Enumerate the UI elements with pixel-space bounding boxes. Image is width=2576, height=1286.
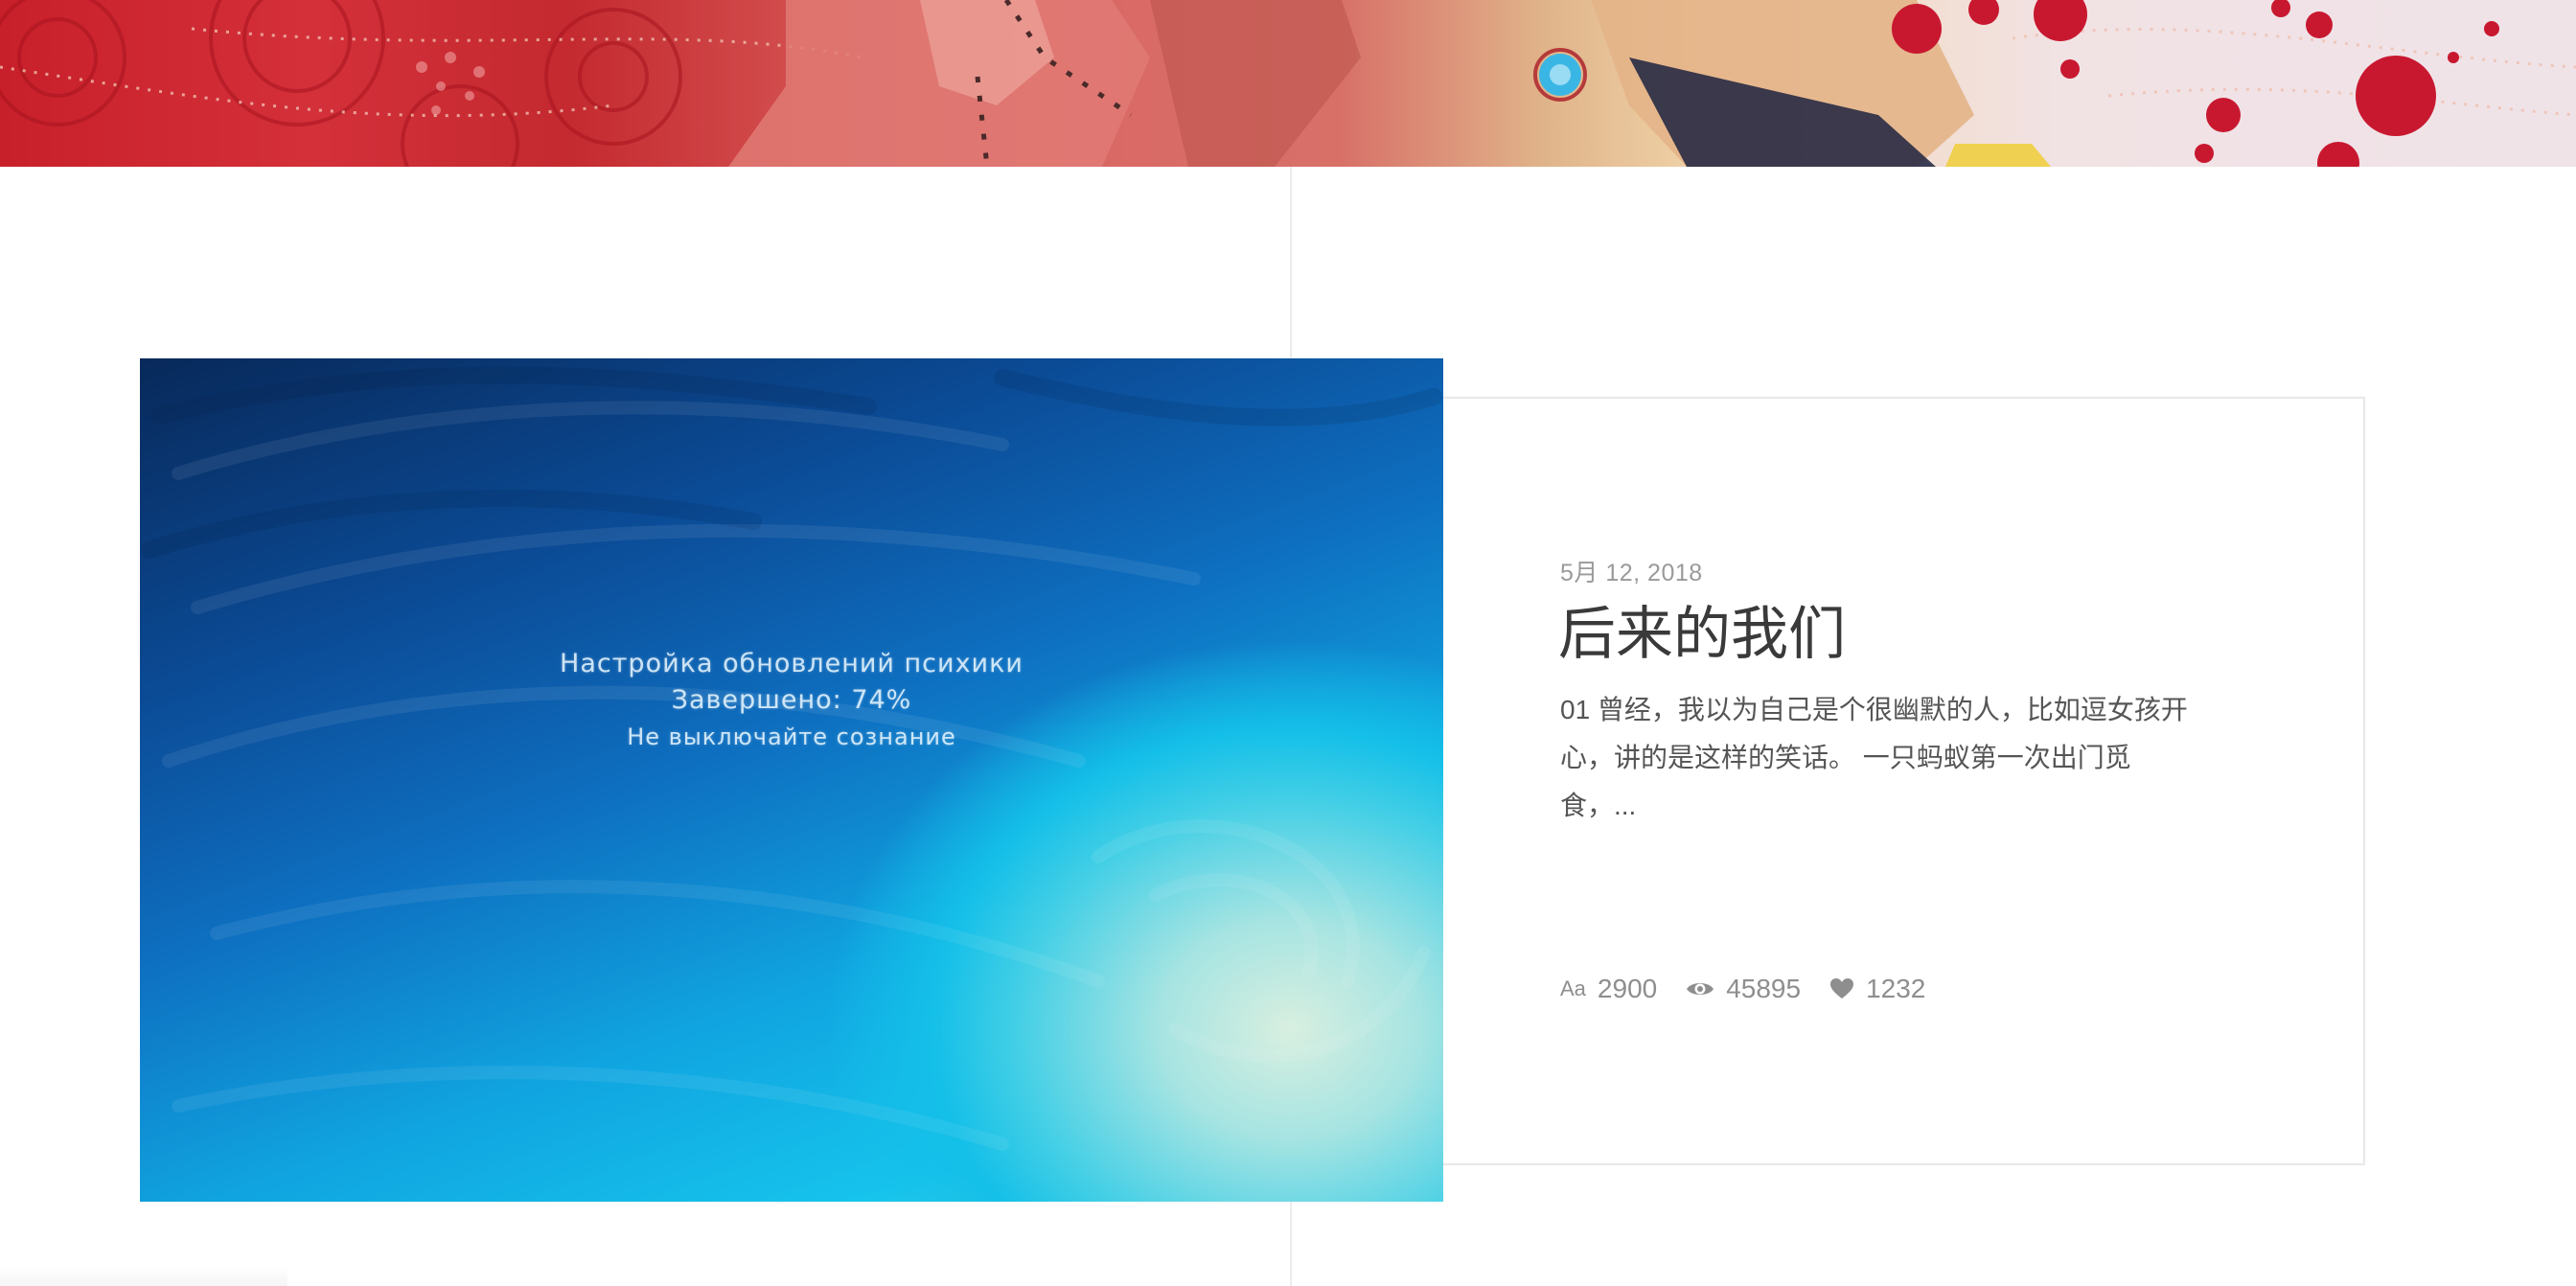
caption-line: Настройка обновлений психики: [560, 649, 1024, 678]
view-count-value: 45895: [1726, 974, 1802, 1003]
like-count[interactable]: 1232: [1829, 974, 1925, 1004]
like-count-value: 1232: [1866, 974, 1926, 1003]
header-banner: [0, 0, 2576, 167]
caption-line: Не выключайте сознание: [627, 723, 956, 750]
font-size-icon-glyph: Aa: [1560, 976, 1586, 1000]
caption-line: Завершено: 74%: [671, 685, 912, 715]
thumbnail-caption: Настройка обновлений психики Завершено: …: [140, 646, 1443, 755]
heart-icon[interactable]: [1829, 977, 1854, 1000]
word-count-value: 2900: [1597, 974, 1658, 1003]
view-count: 45895: [1686, 974, 1801, 1004]
eye-icon: [1686, 978, 1714, 999]
brushstroke-texture: [141, 366, 1442, 1151]
post-excerpt: 01 曾经，我以为自己是个很幽默的人，比如逗女孩开心，讲的是这样的笑话。 一只蚂…: [1560, 695, 2188, 820]
post-title[interactable]: 后来的我们: [1558, 596, 1846, 673]
word-count: Aa 2900: [1560, 974, 1657, 1004]
font-size-icon: Aa: [1560, 976, 1586, 1001]
page-shadow: [0, 1267, 288, 1286]
banner-illustration: [0, 0, 2576, 167]
post-thumbnail[interactable]: Настройка обновлений психики Завершено: …: [140, 358, 1443, 1202]
post-stats: Aa 2900 45895 1232: [1560, 968, 1954, 1010]
post-date: 5月 12, 2018: [1560, 560, 1703, 586]
